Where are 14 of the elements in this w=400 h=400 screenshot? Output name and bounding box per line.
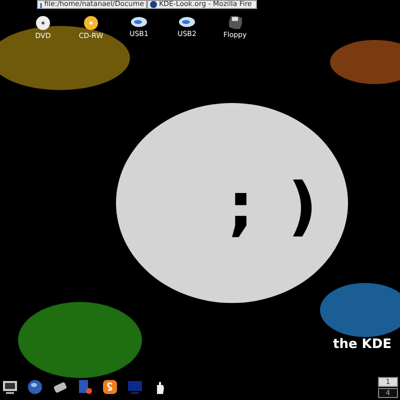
usb-stick-icon: [131, 16, 147, 28]
monitor-icon[interactable]: [2, 379, 18, 395]
smiley-text: ; ): [228, 170, 324, 244]
globe-icon: [150, 1, 157, 8]
disc-icon: [84, 16, 98, 30]
slogan-text: the KDE: [333, 337, 392, 352]
floppy-icon: [228, 16, 242, 29]
folder-icon: [40, 2, 42, 8]
usb-stick-icon: [179, 16, 195, 28]
disc-icon: [36, 16, 50, 30]
glass-blob: [330, 40, 400, 84]
s-logo-icon[interactable]: [102, 379, 118, 395]
book-icon[interactable]: [77, 379, 93, 395]
globe-icon[interactable]: [27, 379, 43, 395]
